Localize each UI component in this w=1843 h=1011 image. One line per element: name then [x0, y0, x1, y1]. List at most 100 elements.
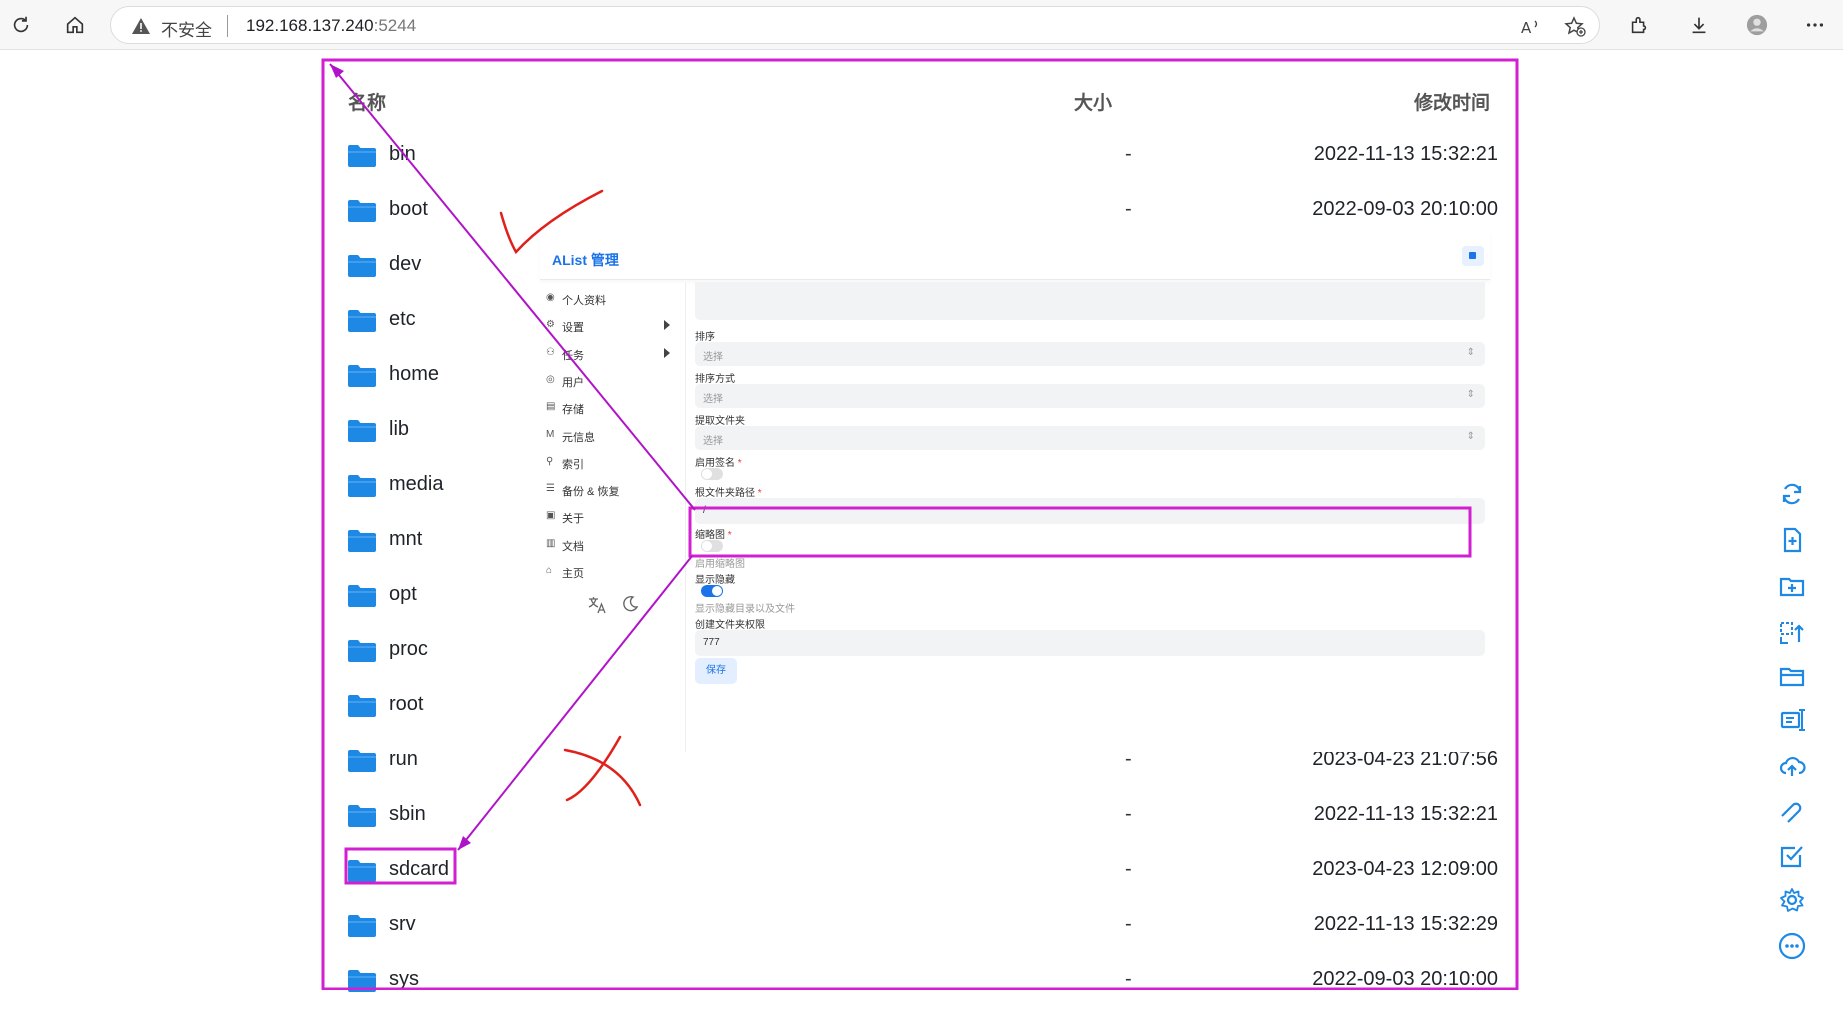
show-hidden-toggle[interactable]	[701, 585, 723, 597]
sidebar-item[interactable]: ◎ 用户	[546, 370, 676, 392]
file-modified: 2022-09-03 20:10:00	[1312, 198, 1498, 220]
file-name[interactable]: mnt	[389, 528, 422, 551]
enable-sign-label: 启用签名 *	[695, 454, 742, 469]
profile-avatar[interactable]	[1742, 10, 1772, 40]
cloud-upload-icon[interactable]	[1778, 752, 1810, 784]
show-hidden-label: 显示隐藏	[695, 575, 735, 586]
file-name[interactable]: sbin	[389, 803, 426, 826]
download-icon[interactable]	[1684, 10, 1714, 40]
new-file-icon[interactable]	[1778, 526, 1810, 558]
url-text[interactable]: 192.168.137.240:5244	[246, 16, 416, 36]
sidebar-item[interactable]: ⚲ 索引	[546, 452, 676, 474]
sidebar-item[interactable]: ⌂ 主页	[546, 561, 676, 583]
file-name[interactable]: root	[389, 693, 423, 716]
order-direction-select[interactable]: 选择 ⇕	[695, 384, 1485, 408]
file-name[interactable]: sys	[389, 968, 419, 991]
docs-icon: ▥	[546, 537, 556, 549]
sidebar-item-label: 任务	[562, 349, 584, 362]
sidebar-item[interactable]: ▥ 文档	[546, 534, 676, 556]
folder-icon	[348, 255, 376, 277]
file-name[interactable]: etc	[389, 308, 416, 331]
file-name[interactable]: bin	[389, 143, 416, 166]
save-button[interactable]: 保存	[695, 658, 737, 684]
thumbnail-label: 缩略图 *	[695, 526, 732, 541]
extract-folder-placeholder: 选择	[703, 436, 723, 447]
column-header-size[interactable]: 大小	[1074, 88, 1112, 115]
settings-icon[interactable]	[1778, 886, 1810, 918]
column-header-modified[interactable]: 修改时间	[1414, 88, 1490, 115]
file-name[interactable]: home	[389, 363, 439, 386]
enable-sign-toggle[interactable]	[701, 468, 723, 480]
more-options-icon[interactable]	[1778, 932, 1810, 964]
column-header-name[interactable]: 名称	[348, 88, 386, 115]
file-name[interactable]: lib	[389, 418, 409, 441]
file-size: -	[1125, 143, 1132, 165]
sidebar-item[interactable]: ▤ 存储	[546, 397, 676, 419]
upload-select-icon[interactable]	[1778, 618, 1810, 650]
file-name[interactable]: dev	[389, 253, 421, 276]
refresh-icon[interactable]	[1778, 480, 1810, 512]
file-name[interactable]: run	[389, 748, 418, 771]
home-icon[interactable]	[60, 10, 90, 40]
sidebar-item[interactable]: ☰ 备份 & 恢复	[546, 479, 676, 501]
order-select-placeholder: 选择	[703, 352, 723, 363]
select-chevron-icon: ⇕	[1466, 431, 1475, 442]
file-row[interactable]: sbin - 2022-11-13 15:32:21	[348, 791, 1498, 846]
file-modified: 2022-11-13 15:32:21	[1313, 143, 1498, 165]
dark-mode-icon[interactable]	[621, 595, 639, 618]
root-folder-input[interactable]: /	[695, 498, 1485, 524]
sidebar-item[interactable]: M 元信息	[546, 425, 676, 447]
file-name[interactable]: proc	[389, 638, 428, 661]
sidebar-item-label: 个人资料	[562, 295, 606, 307]
magnet-icon[interactable]	[1778, 796, 1810, 828]
thumbnail-toggle[interactable]	[701, 540, 723, 552]
admin-panel: AList 管理 ◉ 个人资料 ⚙ 设置 ⚇ 任务 ◎ 用户 ▤ 存储 M 元信息 ⚲ 索引 ☰ 备份 & 恢…	[540, 232, 1490, 752]
rename-icon[interactable]	[1778, 706, 1810, 738]
file-row[interactable]: bin - 2022-11-13 15:32:21	[348, 131, 1498, 186]
admin-header-button[interactable]	[1462, 246, 1484, 266]
file-name[interactable]: media	[389, 473, 443, 496]
select-chevron-icon: ⇕	[1466, 389, 1475, 400]
file-name[interactable]: sdcard	[389, 858, 449, 881]
file-row[interactable]: srv - 2022-11-13 15:32:29	[348, 901, 1498, 956]
sidebar-item[interactable]: ◉ 个人资料	[546, 288, 676, 310]
show-hidden-help: 显示隐藏目录以及文件	[695, 604, 795, 615]
file-name[interactable]: opt	[389, 583, 417, 606]
reload-icon[interactable]	[6, 10, 36, 40]
sidebar-item[interactable]: ⚇ 任务	[546, 343, 676, 365]
extensions-icon[interactable]	[1624, 10, 1654, 40]
database-icon: ☰	[546, 483, 555, 495]
remark-textarea[interactable]	[695, 282, 1485, 320]
extract-folder-select[interactable]: 选择 ⇕	[695, 426, 1485, 450]
translate-icon[interactable]	[587, 595, 607, 620]
folder-icon[interactable]	[1778, 662, 1810, 694]
order-label: 排序	[695, 332, 715, 343]
file-row[interactable]: sys - 2022-09-03 20:10:00	[348, 956, 1498, 1011]
file-modified: 2022-11-13 15:32:21	[1313, 803, 1498, 825]
file-name[interactable]: boot	[389, 198, 428, 221]
new-folder-icon[interactable]	[1778, 572, 1810, 604]
more-menu-icon[interactable]	[1800, 10, 1830, 40]
address-bar[interactable]: 不安全 192.168.137.240:5244 A	[110, 6, 1600, 44]
sidebar-item[interactable]: ▣ 关于	[546, 506, 676, 528]
search-icon: ⚲	[546, 455, 554, 467]
file-row[interactable]: sdcard - 2023-04-23 12:09:00	[348, 846, 1498, 901]
mkdir-perm-input[interactable]: 777	[695, 630, 1485, 656]
expand-arrow-icon[interactable]	[664, 320, 670, 331]
folder-icon	[348, 640, 376, 662]
tasks-icon: ⚇	[546, 346, 555, 358]
order-direction-label: 排序方式	[695, 374, 735, 385]
file-name[interactable]: srv	[389, 913, 416, 936]
order-select[interactable]: 选择 ⇕	[695, 342, 1485, 366]
admin-title[interactable]: AList 管理	[552, 250, 619, 270]
checkbox-icon[interactable]	[1778, 842, 1810, 874]
user-icon: ◎	[546, 373, 555, 385]
favorite-icon[interactable]	[1563, 15, 1587, 39]
read-aloud-icon[interactable]: A	[1519, 15, 1543, 39]
root-folder-label: 根文件夹路径 *	[695, 484, 762, 499]
file-modified: 2022-09-03 20:10:00	[1312, 968, 1498, 990]
sidebar-item[interactable]: ⚙ 设置	[546, 315, 676, 337]
expand-arrow-icon[interactable]	[664, 347, 670, 358]
file-size: -	[1125, 198, 1132, 220]
file-size: -	[1125, 968, 1132, 990]
